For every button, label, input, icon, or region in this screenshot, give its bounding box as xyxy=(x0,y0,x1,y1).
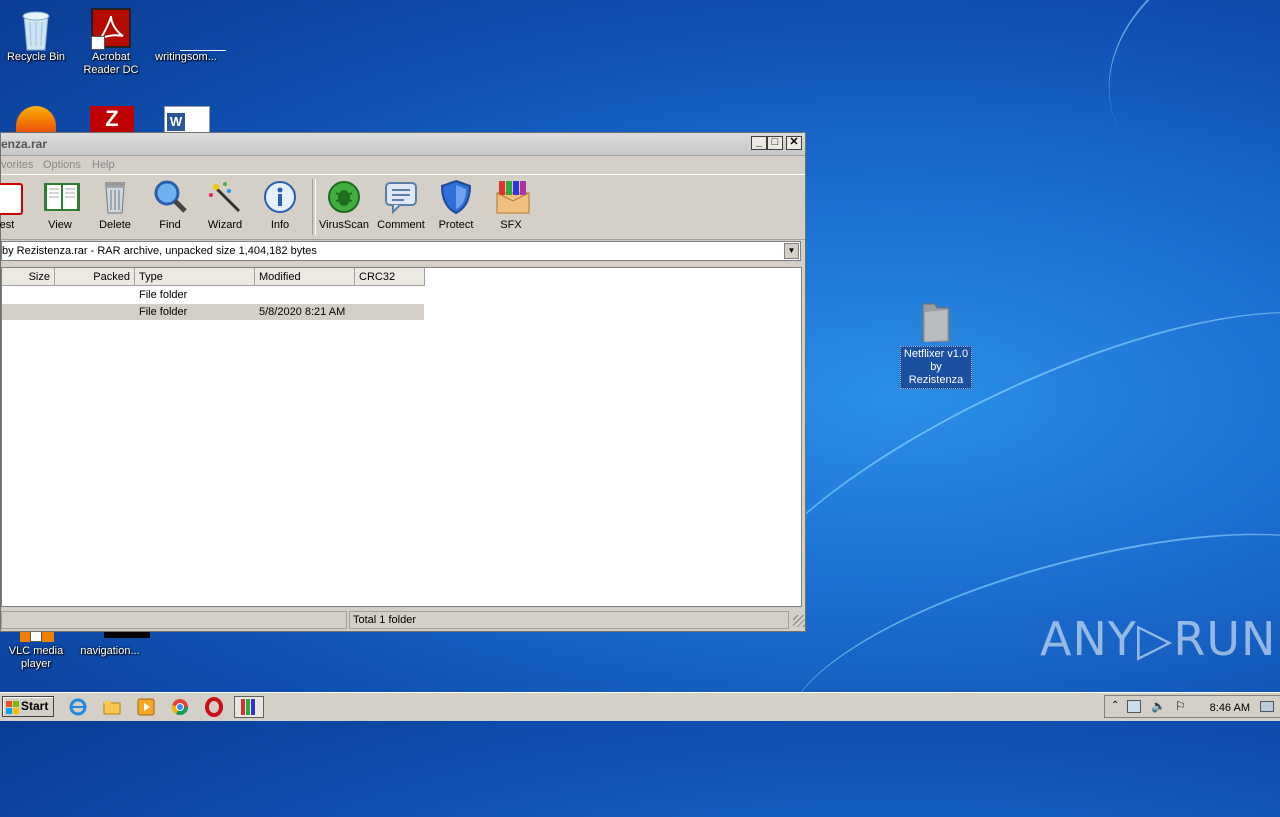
toolbar-label: est xyxy=(0,219,15,231)
window-title: enza.rar xyxy=(1,137,48,151)
toolbar-label: Comment xyxy=(377,219,425,231)
test-button[interactable]: est xyxy=(0,179,35,231)
column-header-size[interactable]: Size xyxy=(2,268,55,286)
minimize-button[interactable]: _ xyxy=(751,136,767,150)
desktop-icon-writing-file[interactable]: writingsom... xyxy=(148,8,226,64)
desktop-icon-label: VLC media player xyxy=(8,645,64,670)
start-label: Start xyxy=(21,699,49,713)
window-titlebar[interactable]: enza.rar _ □ ✕ xyxy=(1,133,805,156)
cell-type: File folder xyxy=(139,306,188,318)
dropdown-arrow-icon[interactable]: ▼ xyxy=(784,243,799,259)
shield-icon xyxy=(438,179,474,215)
wallpaper-streak xyxy=(1065,0,1280,219)
trash-icon xyxy=(97,179,133,215)
virusscan-button[interactable]: VirusScan xyxy=(316,179,372,231)
resize-grip-icon[interactable] xyxy=(793,615,805,627)
toolbar-label: View xyxy=(48,219,72,231)
comment-icon xyxy=(383,179,419,215)
desktop-icon-label: Acrobat Reader DC xyxy=(83,51,139,76)
status-text: Total 1 folder xyxy=(353,614,416,626)
desktop-icon-navigation[interactable]: navigation... xyxy=(72,630,150,658)
desktop-folder-netflixer[interactable]: Netflixer v1.0 by Rezistenza xyxy=(900,300,972,389)
toolbar-label: VirusScan xyxy=(319,219,369,231)
winrar-window: enza.rar _ □ ✕ vorites Options Help est … xyxy=(0,132,806,632)
menu-help[interactable]: Help xyxy=(92,159,115,171)
toolbar-label: SFX xyxy=(500,219,522,231)
desktop-icon-vlc[interactable]: VLC media player xyxy=(0,630,74,671)
comment-button[interactable]: Comment xyxy=(373,179,429,231)
folder-icon xyxy=(921,300,951,343)
taskbar: Start ⌃ 🔈 ⚐ 8:46 AM xyxy=(0,692,1280,721)
archive-path-text: by Rezistenza.rar - RAR archive, unpacke… xyxy=(2,245,317,257)
find-button[interactable]: Find xyxy=(142,179,198,231)
delete-button[interactable]: Delete xyxy=(87,179,143,231)
maximize-button[interactable]: □ xyxy=(767,136,783,150)
toolbar-label: Info xyxy=(270,219,290,231)
clock[interactable]: 8:46 AM xyxy=(1210,702,1250,714)
shortcut-arrow-icon xyxy=(91,36,105,50)
sfx-button[interactable]: SFX xyxy=(483,179,539,231)
table-row[interactable]: File folder xyxy=(2,287,424,303)
sfx-box-icon xyxy=(493,179,530,215)
menu-favorites[interactable]: vorites xyxy=(1,159,33,171)
media-player-icon[interactable] xyxy=(136,697,158,717)
show-desktop-icon[interactable] xyxy=(1260,701,1274,712)
wizard-button[interactable]: Wizard xyxy=(197,179,253,231)
toolbar-label: Find xyxy=(159,219,181,231)
cell-type: File folder xyxy=(139,289,188,301)
column-header-crc32[interactable]: CRC32 xyxy=(355,268,425,286)
chrome-icon[interactable] xyxy=(170,697,192,717)
table-row[interactable]: File folder 5/8/2020 8:21 AM xyxy=(2,304,424,320)
winrar-taskbar-icon[interactable] xyxy=(234,696,264,718)
file-explorer-icon[interactable] xyxy=(102,697,124,717)
column-header-modified[interactable]: Modified xyxy=(255,268,355,286)
menu-options[interactable]: Options xyxy=(43,159,81,171)
magic-wand-icon xyxy=(207,179,243,215)
view-button[interactable]: View xyxy=(32,179,88,231)
folder-label: Netflixer v1.0 by Rezistenza xyxy=(900,346,972,389)
toolbar-label: Wizard xyxy=(207,219,243,231)
close-button[interactable]: ✕ xyxy=(786,136,802,150)
system-tray: ⌃ 🔈 ⚐ 8:46 AM xyxy=(1104,695,1280,718)
column-header-type[interactable]: Type xyxy=(135,268,255,286)
toolbar-label: Protect xyxy=(438,219,474,231)
network-icon[interactable] xyxy=(1127,700,1141,713)
archive-path-field[interactable]: by Rezistenza.rar - RAR archive, unpacke… xyxy=(1,241,801,261)
desktop-icon-label: Recycle Bin xyxy=(6,51,66,63)
toolbar: est View Delete Find Wizard Info VirusSc… xyxy=(0,174,805,240)
bug-icon xyxy=(326,179,362,215)
opera-icon[interactable] xyxy=(204,697,226,717)
test-icon xyxy=(0,179,25,215)
volume-icon[interactable]: 🔈 xyxy=(1151,699,1166,713)
magnifier-icon xyxy=(152,179,188,215)
desktop-icon-recycle-bin[interactable]: Recycle Bin xyxy=(0,8,74,64)
menu-bar: vorites Options Help xyxy=(1,156,805,174)
info-icon xyxy=(262,179,298,215)
anyrun-watermark: ANY▷RUN xyxy=(1040,612,1277,666)
windows-logo-icon xyxy=(6,701,19,714)
file-icon xyxy=(166,8,226,51)
status-panel-left xyxy=(1,611,347,629)
status-panel-right: Total 1 folder xyxy=(349,611,789,629)
book-icon xyxy=(42,179,80,215)
protect-button[interactable]: Protect xyxy=(428,179,484,231)
desktop-icon-label: navigation... xyxy=(80,645,140,657)
recycle-bin-icon xyxy=(16,8,56,51)
status-bar: Total 1 folder xyxy=(1,611,807,631)
desktop-icon-label: writingsom... xyxy=(155,51,217,63)
info-button[interactable]: Info xyxy=(252,179,308,231)
desktop-icon-acrobat-reader[interactable]: Acrobat Reader DC xyxy=(73,8,149,77)
start-button[interactable]: Start xyxy=(2,696,54,717)
acrobat-icon xyxy=(91,8,131,50)
show-hidden-icons-icon[interactable]: ⌃ xyxy=(1111,700,1119,711)
toolbar-label: Delete xyxy=(99,219,131,231)
internet-explorer-icon[interactable] xyxy=(68,697,90,717)
action-center-flag-icon[interactable]: ⚐ xyxy=(1175,699,1186,713)
cell-modified: 5/8/2020 8:21 AM xyxy=(259,306,346,318)
file-list[interactable]: Size Packed Type Modified CRC32 File fol… xyxy=(1,267,802,607)
column-header-packed[interactable]: Packed xyxy=(55,268,135,286)
